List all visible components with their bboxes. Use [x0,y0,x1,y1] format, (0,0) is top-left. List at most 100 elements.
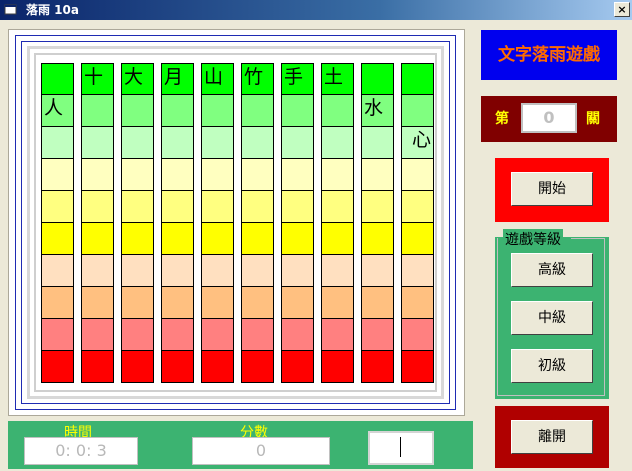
cell [81,287,114,319]
cell [41,127,74,159]
status-bar: 時間 0: 0: 3 分數 0 [8,421,473,469]
cell [41,223,74,255]
cell [401,63,434,95]
cell [321,287,354,319]
cell [321,191,354,223]
cell [241,159,274,191]
cell [401,351,434,383]
cell [161,159,194,191]
exit-button[interactable]: 離開 [511,420,593,454]
column-6: 竹 [241,63,274,383]
column-7: 手 [281,63,314,383]
level-prefix: 第 [495,111,509,127]
cell [201,319,234,351]
cell [81,127,114,159]
cell [281,351,314,383]
level-value: 0 [521,103,577,133]
falling-character: 人 [44,97,64,119]
cell [401,191,434,223]
cell: 竹 [241,63,274,95]
cell: 心 [401,127,434,159]
falling-character: 心 [411,129,431,151]
cell [241,287,274,319]
cell [321,223,354,255]
cell [241,95,274,127]
cell [201,159,234,191]
cell [121,127,154,159]
game-title: 文字落雨遊戲 [481,30,617,80]
group-frame [571,238,605,239]
cell [121,95,154,127]
score-display: 0 [192,437,330,465]
cell [281,223,314,255]
cell [121,223,154,255]
cell [161,95,194,127]
cell [81,95,114,127]
cell [201,351,234,383]
cell [121,191,154,223]
falling-character: 山 [204,66,224,88]
cell [121,255,154,287]
cell [201,287,234,319]
cell [81,351,114,383]
cell [161,319,194,351]
column-3: 大 [121,63,154,383]
cell [41,255,74,287]
difficulty-legend: 遊戲等級 [503,229,563,249]
cell [41,159,74,191]
cell [281,255,314,287]
column-2: 十 [81,63,114,383]
cell [361,63,394,95]
difficulty-group: 遊戲等級 高級 中級 初級 [495,229,609,399]
falling-character: 十 [84,66,104,88]
typing-input[interactable] [368,431,434,465]
cell [361,159,394,191]
cell [321,159,354,191]
cell [281,95,314,127]
cell [321,319,354,351]
difficulty-low-button[interactable]: 初級 [511,349,593,383]
difficulty-high-button[interactable]: 高級 [511,253,593,287]
cell [241,127,274,159]
column-5: 山 [201,63,234,383]
cell [281,191,314,223]
cell [281,127,314,159]
cell [81,191,114,223]
difficulty-medium-button[interactable]: 中級 [511,301,593,335]
cell [321,351,354,383]
start-button[interactable]: 開始 [511,172,593,206]
cell [321,95,354,127]
cell [161,127,194,159]
cell [361,319,394,351]
time-display: 0: 0: 3 [24,437,138,465]
cell [241,191,274,223]
text-caret [400,437,401,457]
cell [81,223,114,255]
cell [161,255,194,287]
cell [201,191,234,223]
cell [401,159,434,191]
cell [401,95,434,127]
cell [161,191,194,223]
app-icon [4,4,17,15]
start-panel: 開始 [495,158,609,222]
cell [81,255,114,287]
cell [201,223,234,255]
cell [161,287,194,319]
cell: 大 [121,63,154,95]
cell [401,255,434,287]
cell: 人 [41,95,74,127]
column-1: 人 [41,63,74,383]
cell [401,287,434,319]
cell [401,223,434,255]
cell [121,159,154,191]
falling-character: 手 [284,66,304,88]
cell [201,255,234,287]
cell [81,319,114,351]
falling-character: 土 [324,66,344,88]
close-button[interactable]: × [614,2,630,17]
cell: 月 [161,63,194,95]
cell [241,319,274,351]
cell [281,319,314,351]
cell [41,191,74,223]
